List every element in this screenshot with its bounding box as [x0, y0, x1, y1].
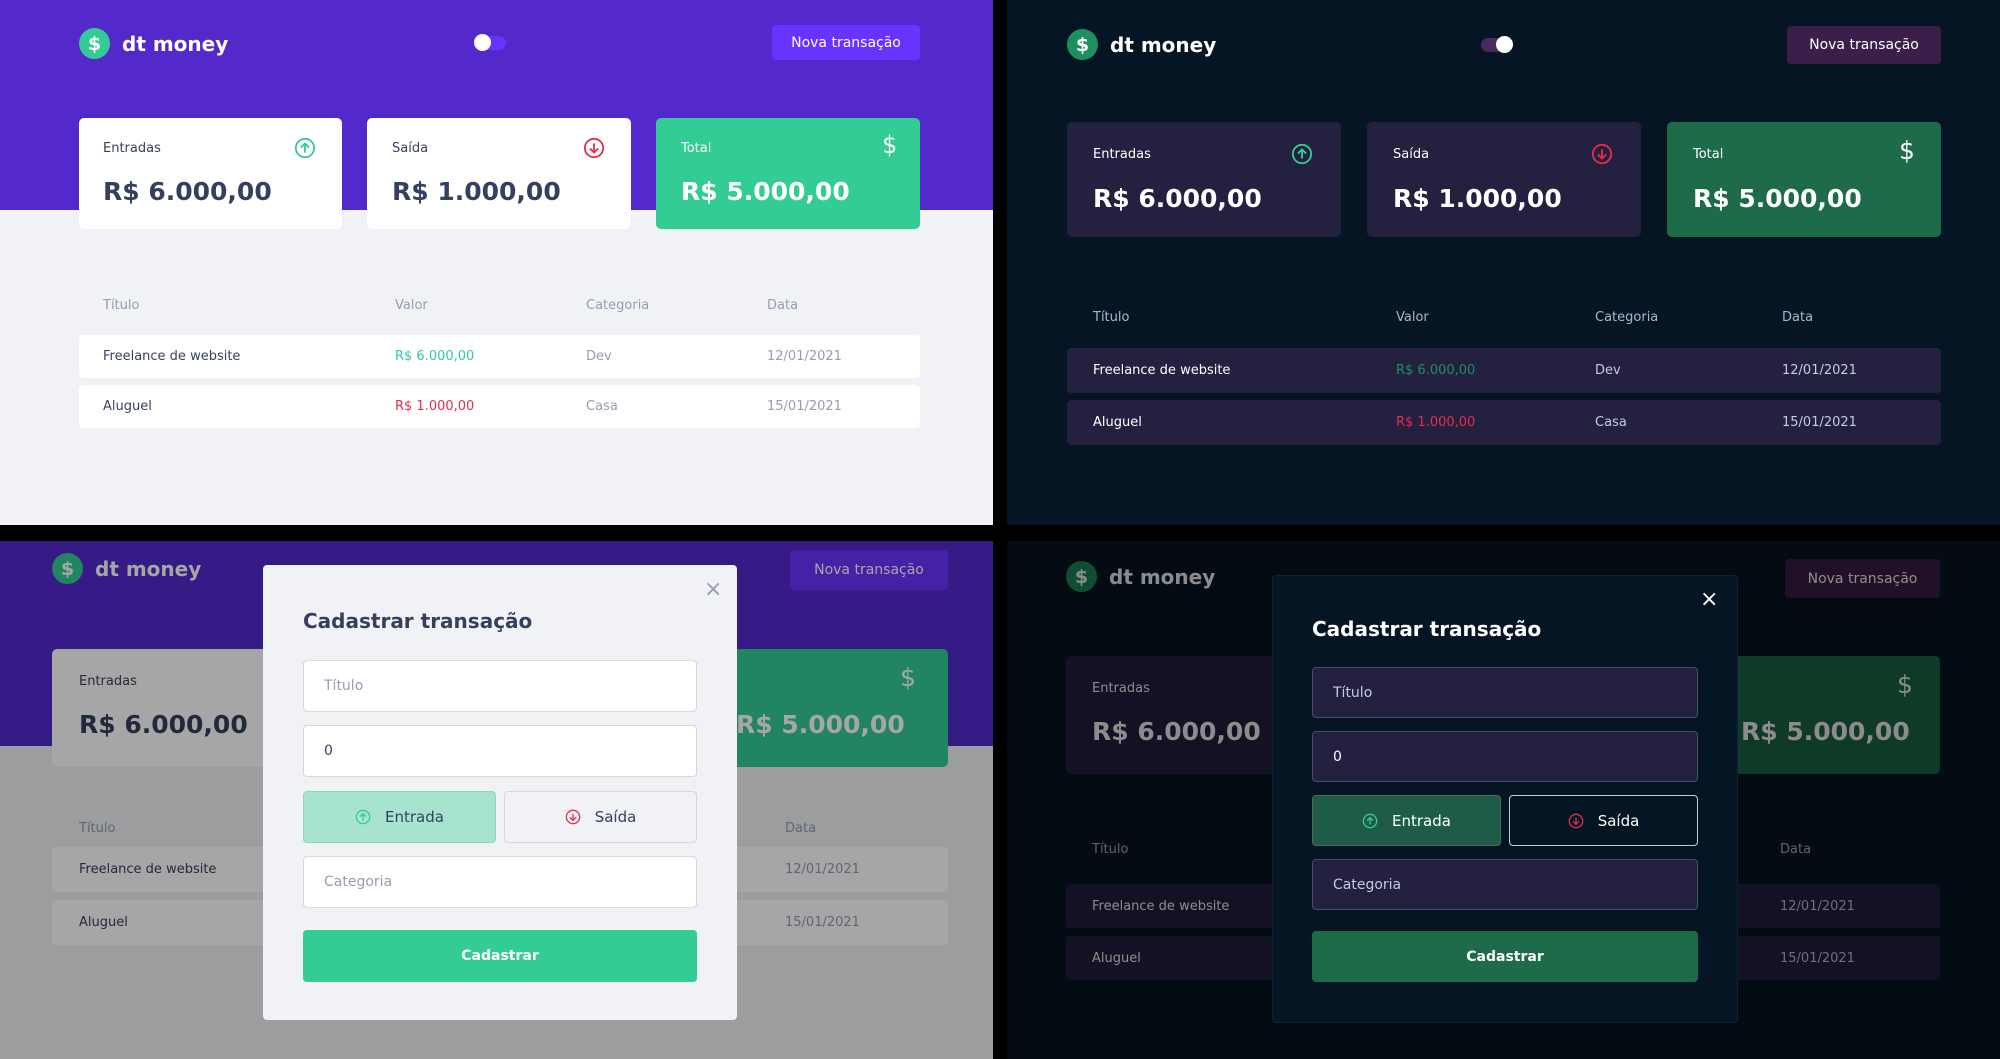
- outcome-type-label: Saída: [1597, 811, 1640, 830]
- toggle-knob: [1496, 36, 1513, 53]
- income-card: Entradas R$ 6.000,00: [79, 118, 342, 229]
- toggle-knob: [474, 34, 491, 51]
- arrow-up-circle-icon: [355, 809, 371, 825]
- table-row: Aluguel R$ 1.000,00 Casa 15/01/2021: [79, 385, 920, 428]
- outcome-type-label: Saída: [594, 808, 637, 826]
- outcome-card: Saída R$ 1.000,00: [1367, 122, 1641, 237]
- logo-text: dt money: [1110, 32, 1217, 57]
- category-input[interactable]: Categoria: [303, 856, 697, 908]
- row-date: 15/01/2021: [767, 399, 842, 414]
- new-transaction-modal: × Cadastrar transação Título 0 Entrada S…: [263, 565, 737, 1020]
- dollar-circle-icon: $: [79, 28, 110, 59]
- income-card: Entradas R$ 6.000,00: [1067, 122, 1341, 237]
- income-type-label: Entrada: [385, 808, 444, 826]
- theme-toggle[interactable]: [474, 34, 506, 51]
- dark-modal-view: $ dt money Nova transação Entradas R$ 6.…: [1007, 541, 2000, 1059]
- page-background: [1007, 0, 2000, 525]
- arrow-up-circle-icon: [294, 137, 316, 159]
- total-card: Total $ R$ 5.000,00: [656, 118, 920, 229]
- dollar-circle-icon: $: [1067, 29, 1098, 60]
- table-row: Freelance de website R$ 6.000,00 Dev 12/…: [79, 335, 920, 378]
- new-transaction-modal: × Cadastrar transação Título 0 Entrada S…: [1272, 575, 1738, 1023]
- arrow-up-circle-icon: [1362, 813, 1378, 828]
- row-title: Freelance de website: [1093, 363, 1231, 378]
- row-category: Dev: [1595, 363, 1621, 378]
- table-header-amount: Valor: [395, 298, 428, 313]
- income-card-title: Entradas: [103, 141, 161, 156]
- logo-text: dt money: [122, 31, 229, 56]
- income-card-value: R$ 6.000,00: [103, 177, 272, 206]
- outcome-card-title: Saída: [392, 141, 429, 156]
- income-card-value: R$ 6.000,00: [1093, 184, 1262, 213]
- dollar-icon: $: [882, 131, 898, 159]
- total-card: Total $ R$ 5.000,00: [1667, 122, 1941, 237]
- outcome-type-button[interactable]: Saída: [1509, 795, 1698, 846]
- new-transaction-button[interactable]: Nova transação: [772, 25, 920, 60]
- income-type-label: Entrada: [1392, 811, 1451, 830]
- row-category: Casa: [586, 399, 618, 414]
- row-amount: R$ 1.000,00: [1396, 415, 1476, 430]
- submit-button[interactable]: Cadastrar: [1312, 931, 1698, 982]
- row-date: 12/01/2021: [1782, 363, 1857, 378]
- arrow-down-circle-icon: [1568, 813, 1584, 828]
- income-type-button[interactable]: Entrada: [303, 791, 496, 843]
- outcome-card-value: R$ 1.000,00: [1393, 184, 1562, 213]
- row-category: Dev: [586, 349, 612, 364]
- outcome-card: Saída R$ 1.000,00: [367, 118, 631, 229]
- category-input[interactable]: Categoria: [1312, 859, 1698, 910]
- arrow-down-circle-icon: [583, 137, 605, 159]
- close-icon[interactable]: ×: [704, 579, 722, 601]
- table-header-date: Data: [1782, 310, 1814, 325]
- arrow-down-circle-icon: [565, 809, 581, 825]
- income-type-button[interactable]: Entrada: [1312, 795, 1501, 846]
- light-dashboard-view: $ dt money Nova transação Entradas R$ 6.…: [0, 0, 993, 525]
- outcome-card-value: R$ 1.000,00: [392, 177, 561, 206]
- outcome-type-button[interactable]: Saída: [504, 791, 697, 843]
- row-title: Freelance de website: [103, 349, 241, 364]
- dollar-icon: $: [1899, 136, 1915, 165]
- table-header-date: Data: [767, 298, 799, 313]
- income-card-title: Entradas: [1093, 147, 1151, 162]
- amount-input[interactable]: 0: [1312, 731, 1698, 782]
- table-row: Freelance de website R$ 6.000,00 Dev 12/…: [1067, 348, 1941, 393]
- arrow-up-circle-icon: [1291, 143, 1313, 165]
- amount-input[interactable]: 0: [303, 725, 697, 777]
- row-amount: R$ 6.000,00: [395, 349, 475, 364]
- close-icon[interactable]: ×: [1700, 589, 1718, 611]
- logo: $ dt money: [79, 28, 228, 59]
- row-date: 12/01/2021: [767, 349, 842, 364]
- row-date: 15/01/2021: [1782, 415, 1857, 430]
- table-row: Aluguel R$ 1.000,00 Casa 15/01/2021: [1067, 400, 1941, 445]
- total-card-value: R$ 5.000,00: [681, 177, 850, 206]
- table-header-category: Categoria: [586, 298, 650, 313]
- title-input[interactable]: Título: [1312, 667, 1698, 718]
- light-modal-view: $ dt money Nova transação Entradas R$ 6.…: [0, 541, 993, 1059]
- row-category: Casa: [1595, 415, 1627, 430]
- submit-button[interactable]: Cadastrar: [303, 930, 697, 982]
- new-transaction-button[interactable]: Nova transação: [1787, 26, 1941, 64]
- table-header-category: Categoria: [1595, 310, 1659, 325]
- logo: $ dt money: [1067, 29, 1216, 60]
- arrow-down-circle-icon: [1591, 143, 1613, 165]
- theme-toggle[interactable]: [1481, 36, 1513, 53]
- row-amount: R$ 1.000,00: [395, 399, 475, 414]
- total-card-title: Total: [1693, 147, 1724, 162]
- dark-dashboard-view: $ dt money Nova transação Entradas R$ 6.…: [1007, 0, 2000, 525]
- modal-title: Cadastrar transação: [303, 609, 533, 633]
- table-header-amount: Valor: [1396, 310, 1429, 325]
- row-amount: R$ 6.000,00: [1396, 363, 1476, 378]
- modal-title: Cadastrar transação: [1312, 617, 1542, 641]
- total-card-value: R$ 5.000,00: [1693, 184, 1862, 213]
- row-title: Aluguel: [103, 399, 152, 414]
- title-input[interactable]: Título: [303, 660, 697, 712]
- total-card-title: Total: [681, 141, 712, 156]
- row-title: Aluguel: [1093, 415, 1142, 430]
- outcome-card-title: Saída: [1393, 147, 1430, 162]
- table-header-title: Título: [103, 298, 140, 313]
- table-header-title: Título: [1093, 310, 1130, 325]
